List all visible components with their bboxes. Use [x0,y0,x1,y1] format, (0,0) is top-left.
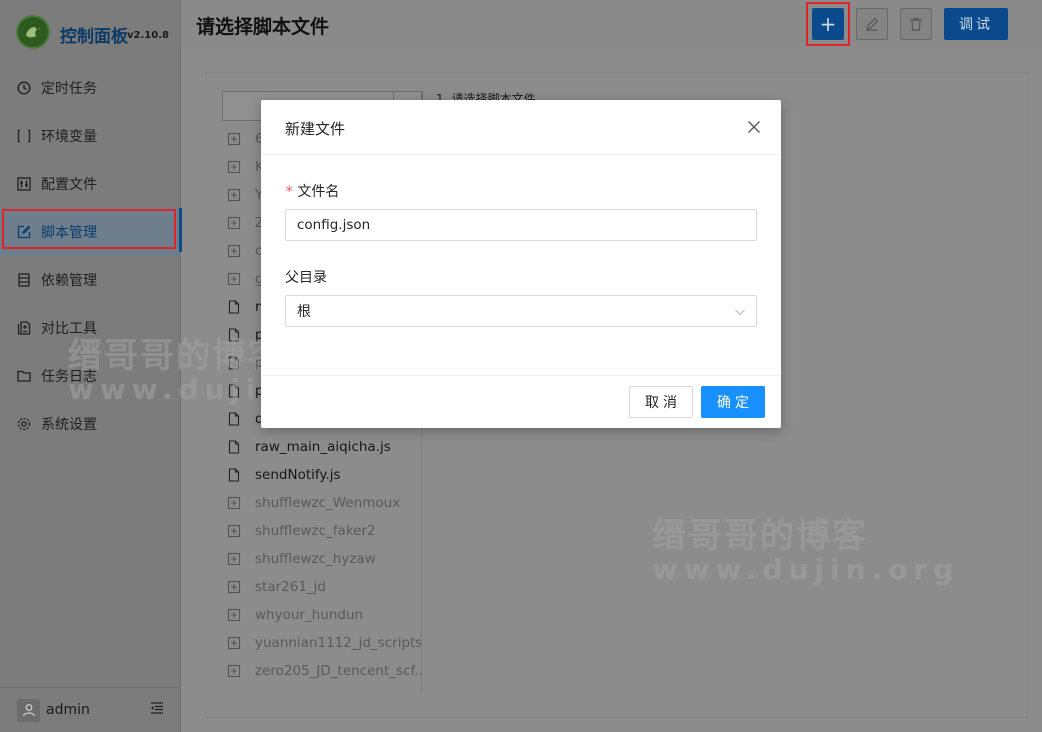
sidebar-item-dependence[interactable]: 依赖管理 [0,256,181,304]
tree-node-label: shufflewzc_hyzaw [255,551,376,567]
cancel-button[interactable]: 取消 [629,386,693,418]
clock-icon [17,81,31,95]
expand-plus-icon[interactable] [227,272,241,286]
expand-plus-icon[interactable] [227,636,241,650]
file-icon [227,468,241,482]
username[interactable]: admin [46,702,90,718]
parent-dir-label: 父目录 [285,270,327,286]
sidebar-item-config[interactable]: 配置文件 [0,160,181,208]
sidebar-item-label: 定时任务 [41,81,97,97]
menu-fold-icon[interactable] [149,700,165,716]
expand-plus-icon[interactable] [227,132,241,146]
ok-button[interactable]: 确定 [701,386,765,418]
tree-folder-node[interactable]: whyour_hundun [222,601,422,629]
sidebar-item-diff[interactable]: 对比工具 [0,304,181,352]
sidebar-item-env[interactable]: 环境变量 [0,112,181,160]
tree-folder-node[interactable]: yuannian1112_jd_scripts [222,629,422,657]
control-icon [17,177,31,191]
tree-node-label: sendNotify.js [255,467,341,483]
setting-icon [17,417,31,431]
expand-plus-icon[interactable] [227,244,241,258]
container-icon [17,273,31,287]
expand-plus-icon[interactable] [227,580,241,594]
diff-icon [17,321,31,335]
sidebar-item-settings[interactable]: 系统设置 [0,400,181,448]
file-icon [227,384,241,398]
sidebar-item-crontab[interactable]: 定时任务 [0,64,181,112]
sidebar-item-label: 依赖管理 [41,273,97,289]
file-icon [227,440,241,454]
sidebar-footer: admin [0,687,181,732]
file-icon [227,300,241,314]
tree-node-label: yuannian1112_jd_scripts [255,635,422,651]
expand-plus-icon[interactable] [227,608,241,622]
tree-node-label: zero205_JD_tencent_scf... [255,663,422,679]
logo[interactable]: 控制面板 v2.10.8 [0,0,181,64]
app-title: 控制面板 [60,27,128,47]
tree-file-node[interactable]: sendNotify.js [222,461,422,489]
expand-plus-icon[interactable] [227,160,241,174]
edit-icon [866,17,879,31]
tree-folder-node[interactable]: shufflewzc_Wenmoux [222,489,422,517]
sidebar-menu: 定时任务 环境变量 配置文件 脚本管理 依赖管理 对比工具 任务日志 系统设置 [0,64,182,448]
sidebar: 控制面板 v2.10.8 定时任务 环境变量 配置文件 脚本管理 依赖管理 对比… [0,0,182,732]
debug-button[interactable]: 调试 [944,8,1008,40]
expand-plus-icon[interactable] [227,524,241,538]
tree-folder-node[interactable]: star261_jd [222,573,422,601]
tree-node-label: shufflewzc_faker2 [255,523,376,539]
parent-dir-value: 根 [297,304,311,320]
modal-footer: 取消 确定 [261,375,781,428]
variable-icon [17,129,31,143]
tree-folder-node[interactable]: shufflewzc_faker2 [222,517,422,545]
user-icon [22,704,35,717]
new-file-modal: 新建文件 *文件名 父目录 根 取消 确定 [261,100,781,428]
filename-label: * 文件名 [285,181,339,201]
sidebar-item-label: 环境变量 [41,129,97,145]
expand-plus-icon[interactable] [227,188,241,202]
highlight-box [2,209,176,249]
close-icon[interactable] [747,120,761,134]
file-icon [227,412,241,426]
app-version: v2.10.8 [127,30,169,41]
tree-node-label: raw_main_aiqicha.js [255,439,391,455]
qinglong-logo-icon [16,15,50,49]
folder-icon [17,369,31,383]
chevron-down-icon [734,306,746,318]
delete-icon [910,17,922,31]
edit-button[interactable] [856,8,888,40]
file-icon [227,356,241,370]
parent-dir-select[interactable]: 根 [285,295,757,327]
tree-node-label: whyour_hundun [255,607,364,623]
expand-plus-icon[interactable] [227,552,241,566]
modal-header: 新建文件 [261,100,781,155]
expand-plus-icon[interactable] [227,216,241,230]
filename-label-text: 文件名 [297,184,340,200]
sidebar-item-logs[interactable]: 任务日志 [0,352,181,400]
expand-plus-icon[interactable] [227,496,241,510]
sidebar-item-label: 配置文件 [41,177,97,193]
filename-field[interactable] [285,209,757,241]
avatar[interactable] [17,698,40,722]
tree-node-label: star261_jd [255,579,326,595]
file-icon [227,328,241,342]
new-file-button[interactable]: + [812,8,844,40]
page-header: 请选择脚本文件 + 调试 [182,0,1042,48]
expand-plus-icon[interactable] [227,664,241,678]
tree-folder-node[interactable]: zero205_JD_tencent_scf... [222,657,422,685]
modal-title: 新建文件 [285,120,346,138]
delete-button[interactable] [900,8,932,40]
required-mark: * [285,184,294,200]
page-title: 请选择脚本文件 [196,16,330,38]
tree-file-node[interactable]: raw_main_aiqicha.js [222,433,422,461]
tree-folder-node[interactable]: shufflewzc_hyzaw [222,545,422,573]
sidebar-item-scripts[interactable]: 脚本管理 [0,208,182,256]
sidebar-item-label: 任务日志 [41,369,97,385]
sidebar-item-label: 系统设置 [41,417,97,433]
sidebar-item-label: 对比工具 [41,321,97,337]
tree-node-label: shufflewzc_Wenmoux [255,495,401,511]
